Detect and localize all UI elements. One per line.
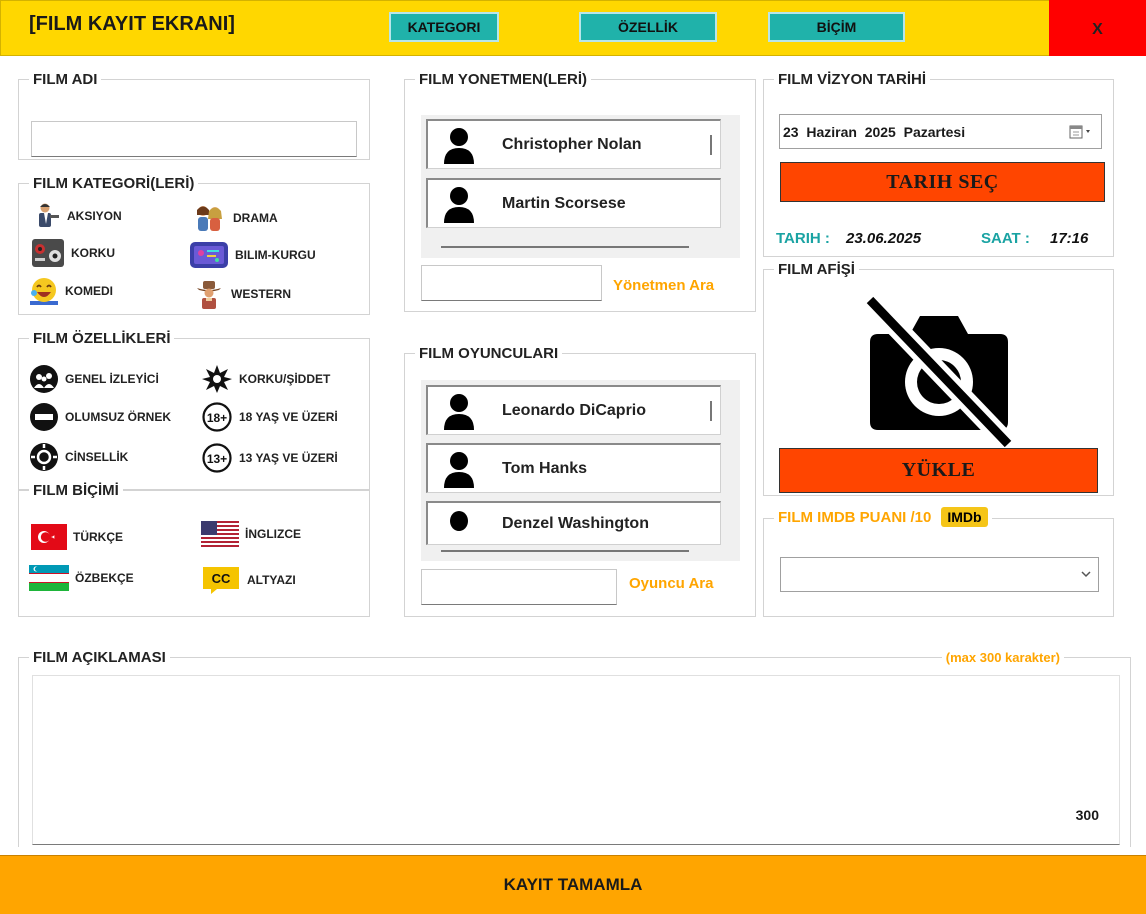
- save-record-button[interactable]: KAYIT TAMAMLA: [0, 855, 1146, 914]
- feature-item-olumsuz-ornek[interactable]: OLUMSUZ ÖRNEK: [29, 402, 171, 432]
- category-item-komedi[interactable]: KOMEDI: [29, 276, 113, 306]
- age-13-icon: 13+: [201, 443, 233, 473]
- release-date-label: FILM VİZYON TARİHİ: [774, 71, 931, 89]
- person-icon: [442, 392, 476, 430]
- chevron-down-icon: [1080, 568, 1092, 580]
- format-item-ozbekce[interactable]: ÖZBEKÇE: [29, 565, 134, 591]
- no-camera-icon: [860, 294, 1012, 450]
- list-item[interactable]: Denzel Washington: [426, 501, 721, 545]
- date-label: TARIH :: [776, 230, 830, 247]
- actor-search-label[interactable]: Oyuncu Ara: [629, 575, 713, 592]
- features-group: FILM ÖZELLİKLERİ GENEL İZLEYİCİ KORKU/Şİ…: [18, 330, 370, 490]
- features-label: FILM ÖZELLİKLERİ: [29, 330, 175, 348]
- nav-button-ozellik[interactable]: ÖZELLİK: [579, 12, 717, 42]
- date-text: 23.06.2025: [846, 230, 922, 247]
- directors-list[interactable]: Christopher Nolan Martin Scorsese: [421, 115, 740, 258]
- violence-icon: [201, 364, 233, 394]
- svg-text:18+: 18+: [207, 411, 227, 425]
- format-label: FILM BİÇİMİ: [29, 482, 123, 500]
- category-label: FILM KATEGORİ(LERİ): [29, 175, 199, 193]
- scifi-icon: [189, 240, 229, 270]
- svg-text:CC: CC: [212, 571, 231, 586]
- feature-item-cinsellik[interactable]: CİNSELLİK: [29, 442, 128, 472]
- nav-button-kategori[interactable]: KATEGORI: [389, 12, 499, 42]
- directors-label: FILM YONETMEN(LERİ): [415, 71, 592, 89]
- person-icon: [442, 185, 476, 223]
- category-group: FILM KATEGORİ(LERİ) AKSIYON DRAMA KORKU …: [18, 175, 370, 315]
- category-item-drama[interactable]: DRAMA: [191, 203, 278, 233]
- actors-list[interactable]: Leonardo DiCaprio Tom Hanks Denzel Washi…: [421, 380, 740, 561]
- person-icon: [442, 510, 476, 545]
- format-item-altyazi[interactable]: CC ALTYAZI: [201, 565, 296, 595]
- list-hscrollbar[interactable]: [441, 246, 689, 248]
- laughing-face-icon: [29, 276, 59, 306]
- format-group: FILM BİÇİMİ TÜRKÇE İNGLIZCE ÖZBEKÇE CC A…: [18, 482, 370, 617]
- upload-button[interactable]: YÜKLE: [779, 448, 1098, 493]
- svg-text:13+: 13+: [207, 452, 227, 466]
- time-label: SAAT :: [981, 230, 1030, 247]
- list-item[interactable]: Christopher Nolan: [426, 119, 721, 169]
- person-icon: [442, 126, 476, 164]
- category-item-korku[interactable]: KORKU: [31, 238, 115, 268]
- list-item[interactable]: Leonardo DiCaprio: [426, 385, 721, 435]
- general-audience-icon: [29, 364, 59, 394]
- list-hscrollbar[interactable]: [441, 550, 689, 552]
- film-name-label: FILM ADI: [29, 71, 102, 89]
- actor-search-input[interactable]: [421, 569, 617, 605]
- date-picker[interactable]: 23 Haziran 2025 Pazartesi: [779, 114, 1102, 149]
- format-item-ingilizce[interactable]: İNGLIZCE: [201, 521, 301, 547]
- calendar-dropdown-icon[interactable]: [1069, 124, 1095, 140]
- close-button[interactable]: X: [1049, 0, 1146, 56]
- actors-group: FILM OYUNCULARI Leonardo DiCaprio Tom Ha…: [404, 345, 756, 617]
- feature-item-korku-siddet[interactable]: KORKU/ŞİDDET: [201, 364, 330, 394]
- poster-group: FILM AFİŞİ YÜKLE: [763, 261, 1114, 496]
- turkey-flag-icon: [31, 524, 67, 550]
- format-item-turkce[interactable]: TÜRKÇE: [31, 524, 123, 550]
- action-man-icon: [31, 202, 61, 230]
- category-item-western[interactable]: WESTERN: [193, 278, 291, 310]
- imdb-logo-icon: IMDb: [941, 507, 988, 527]
- age-18-icon: 18+: [201, 402, 233, 432]
- usa-flag-icon: [201, 521, 239, 547]
- list-item[interactable]: Tom Hanks: [426, 443, 721, 493]
- app-title: [FILM KAYIT EKRANI]: [29, 13, 235, 35]
- film-name-group: FILM ADI: [18, 71, 370, 160]
- description-limit-note: (max 300 karakter): [941, 649, 1064, 667]
- cowboy-icon: [193, 278, 225, 310]
- time-text: 17:16: [1050, 230, 1089, 247]
- list-scrollbar[interactable]: [710, 401, 712, 421]
- select-date-button[interactable]: TARIH SEÇ: [780, 162, 1105, 202]
- feature-item-13-yas[interactable]: 13+ 13 YAŞ VE ÜZERİ: [201, 443, 338, 473]
- imdb-label-wrap: FILM IMDB PUANI /10 IMDb: [774, 507, 992, 527]
- no-entry-icon: [29, 402, 59, 432]
- feature-item-18-yas[interactable]: 18+ 18 YAŞ VE ÜZERİ: [201, 402, 338, 432]
- description-textarea[interactable]: 300: [32, 675, 1120, 845]
- list-item[interactable]: Martin Scorsese: [426, 178, 721, 228]
- title-bar: [FILM KAYIT EKRANI] KATEGORI ÖZELLİK BİÇ…: [0, 0, 1146, 56]
- film-name-input[interactable]: [31, 121, 357, 157]
- directors-group: FILM YONETMEN(LERİ) Christopher Nolan Ma…: [404, 71, 756, 312]
- sexuality-icon: [29, 442, 59, 472]
- release-date-group: FILM VİZYON TARİHİ 23 Haziran 2025 Pazar…: [763, 71, 1114, 257]
- director-search-label[interactable]: Yönetmen Ara: [613, 277, 714, 294]
- imdb-score-select[interactable]: [780, 557, 1099, 592]
- actors-label: FILM OYUNCULARI: [415, 345, 563, 363]
- imdb-group: FILM IMDB PUANI /10 IMDb: [763, 507, 1114, 617]
- director-search-input[interactable]: [421, 265, 602, 301]
- category-item-bilim-kurgu[interactable]: BILIM-KURGU: [189, 240, 316, 270]
- category-item-aksiyon[interactable]: AKSIYON: [31, 202, 122, 230]
- subtitle-cc-icon: CC: [201, 565, 241, 595]
- nav-button-bicim[interactable]: BİÇİM: [768, 12, 905, 42]
- description-label: FILM AÇIKLAMASI: [29, 649, 170, 667]
- uzbekistan-flag-icon: [29, 565, 69, 591]
- list-scrollbar[interactable]: [710, 135, 712, 155]
- horror-icon: [31, 238, 65, 268]
- feature-item-genel-izleyici[interactable]: GENEL İZLEYİCİ: [29, 364, 159, 394]
- character-counter: 300: [1075, 807, 1099, 823]
- imdb-label: FILM IMDB PUANI /10: [778, 509, 932, 526]
- description-group: FILM AÇIKLAMASI (max 300 karakter) 300: [18, 649, 1131, 847]
- person-icon: [442, 450, 476, 488]
- drama-couple-icon: [191, 203, 227, 233]
- poster-label: FILM AFİŞİ: [774, 261, 859, 279]
